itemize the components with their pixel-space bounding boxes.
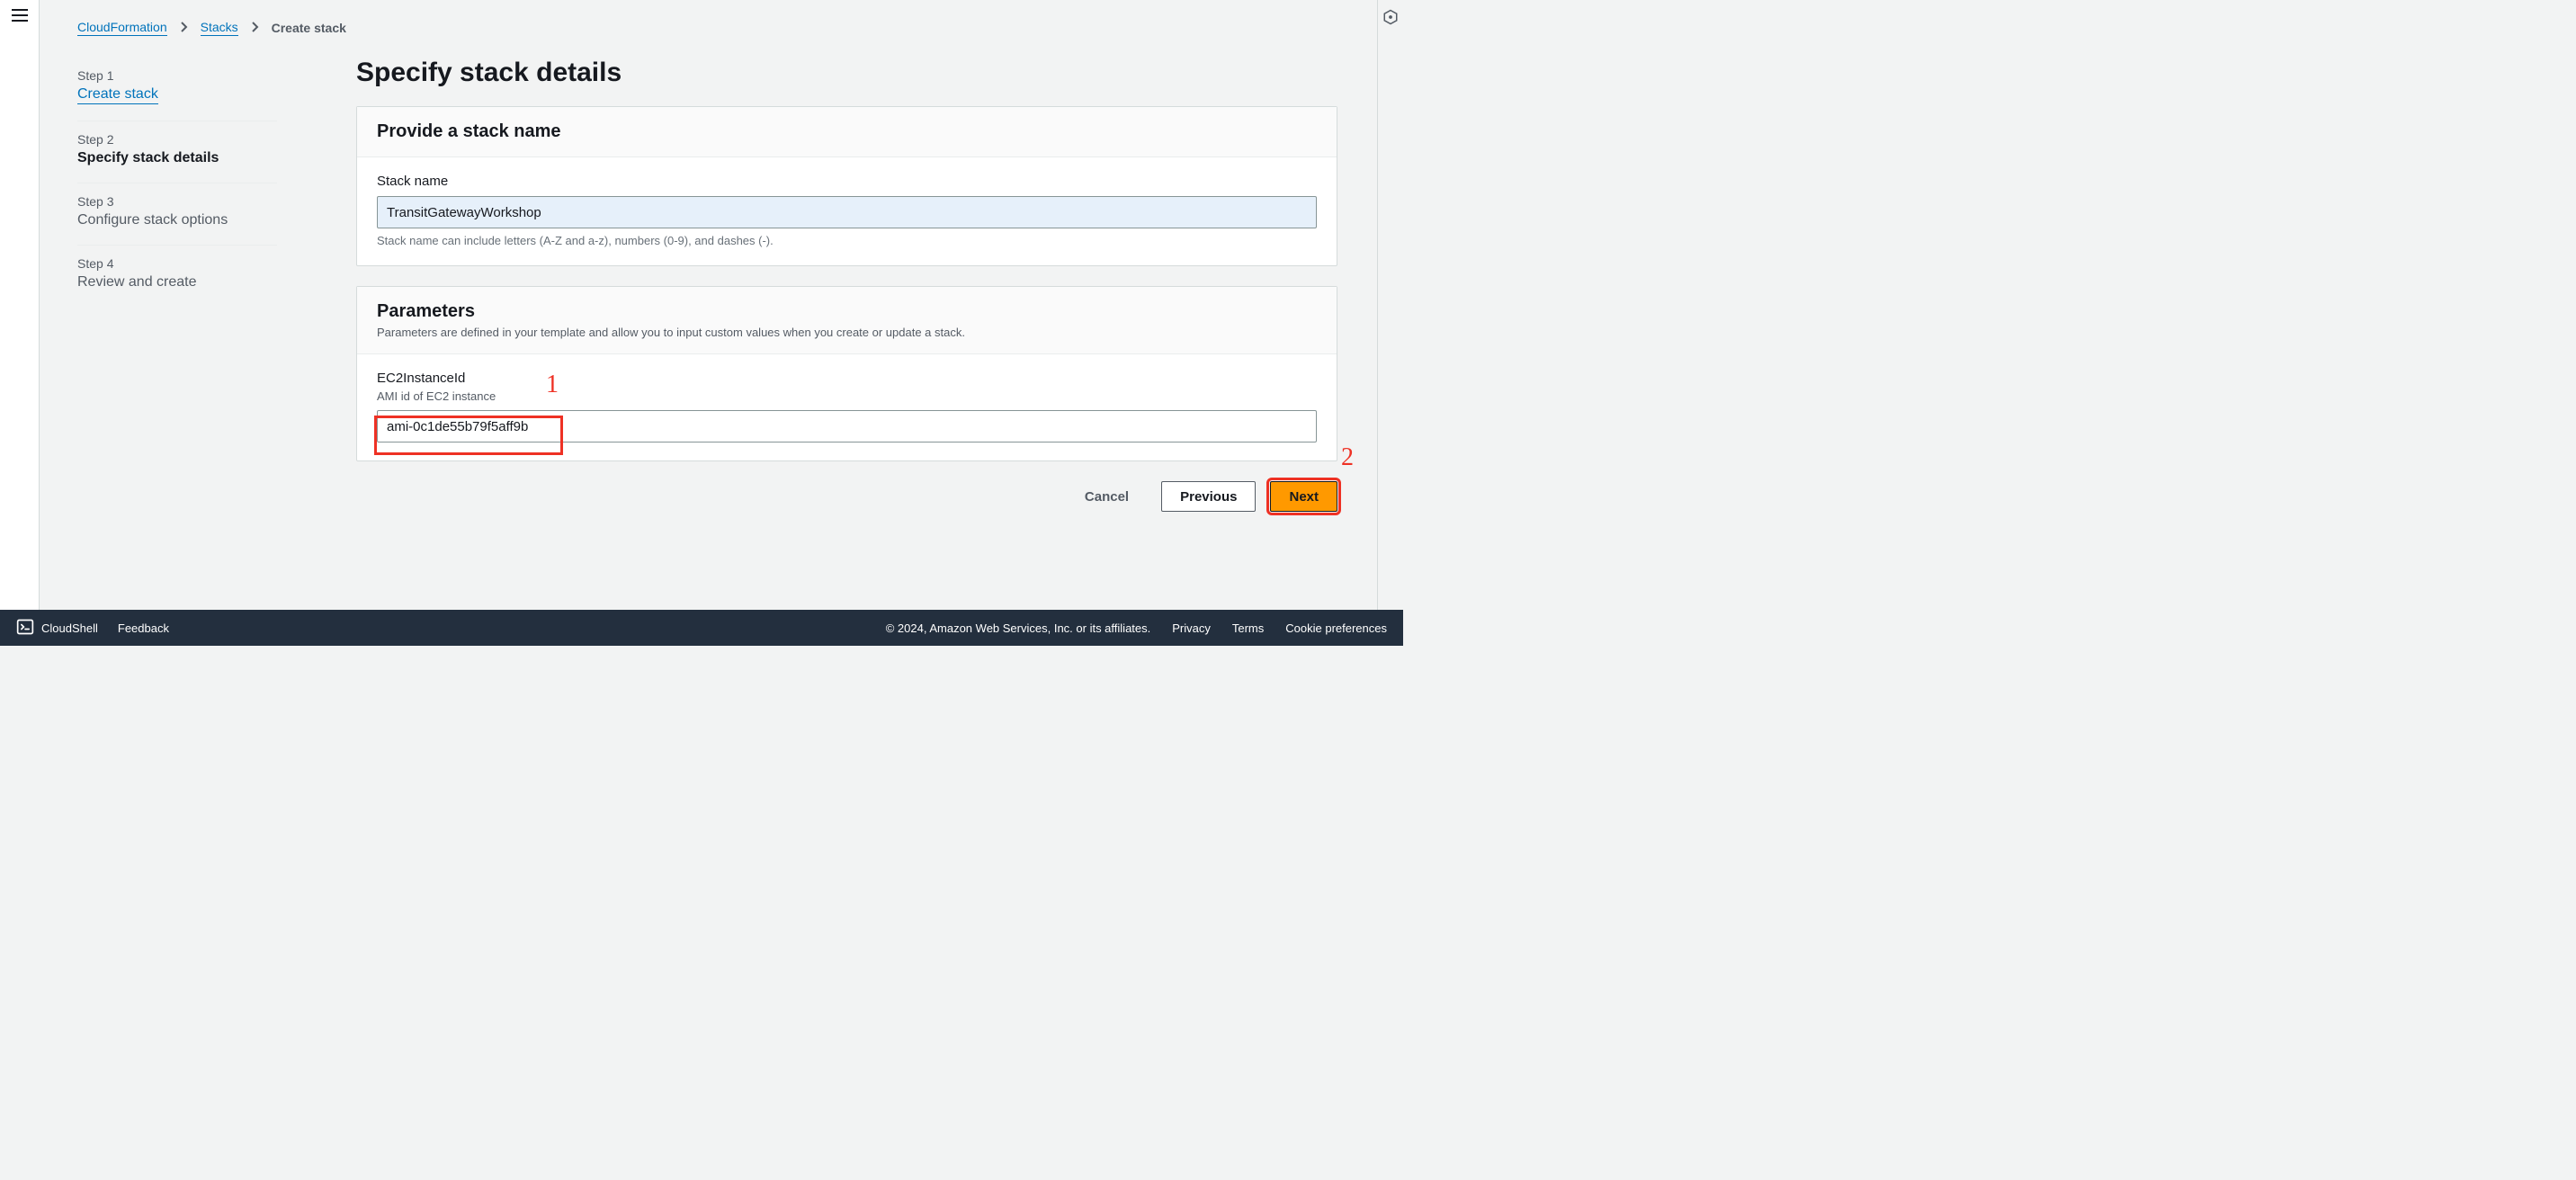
- left-rail: [0, 0, 40, 646]
- right-rail: [1378, 0, 1403, 646]
- terms-link[interactable]: Terms: [1232, 621, 1264, 635]
- cookie-preferences-link[interactable]: Cookie preferences: [1285, 621, 1387, 635]
- stack-name-input[interactable]: [377, 196, 1317, 228]
- step-1[interactable]: Step 1 Create stack: [77, 58, 277, 121]
- breadcrumb-stacks[interactable]: Stacks: [201, 20, 238, 36]
- next-button[interactable]: Next: [1270, 481, 1337, 512]
- step-title: Configure stack options: [77, 212, 277, 228]
- panel-stack-name: Provide a stack name Stack name Stack na…: [356, 106, 1337, 266]
- chevron-right-icon: [180, 21, 188, 35]
- step-title: Specify stack details: [77, 150, 277, 166]
- stack-name-label: Stack name: [377, 174, 1317, 189]
- step-number: Step 3: [77, 194, 277, 209]
- panel-heading: Provide a stack name: [377, 121, 1317, 142]
- console-footer: CloudShell Feedback © 2024, Amazon Web S…: [0, 610, 1403, 646]
- chevron-right-icon: [251, 21, 259, 35]
- copyright-text: © 2024, Amazon Web Services, Inc. or its…: [886, 621, 1151, 635]
- cloudshell-button[interactable]: CloudShell: [16, 618, 98, 639]
- step-number: Step 4: [77, 256, 277, 271]
- panel-heading: Parameters: [377, 301, 1317, 322]
- stack-name-hint: Stack name can include letters (A-Z and …: [377, 234, 1317, 247]
- feedback-link[interactable]: Feedback: [118, 621, 169, 635]
- step-2: Step 2 Specify stack details: [77, 121, 277, 183]
- step-number: Step 2: [77, 132, 277, 147]
- step-title: Create stack: [77, 86, 277, 104]
- panel-subtitle: Parameters are defined in your template …: [377, 326, 1317, 339]
- param-label: EC2InstanceId: [377, 371, 1317, 386]
- hexagon-icon[interactable]: [1382, 9, 1399, 646]
- breadcrumb-current: Create stack: [272, 21, 346, 35]
- breadcrumb-cloudformation[interactable]: CloudFormation: [77, 20, 167, 36]
- param-desc: AMI id of EC2 instance: [377, 389, 1317, 403]
- step-4: Step 4 Review and create: [77, 246, 277, 307]
- breadcrumb: CloudFormation Stacks Create stack: [40, 0, 1377, 36]
- cancel-button[interactable]: Cancel: [1067, 481, 1147, 512]
- step-title: Review and create: [77, 274, 277, 291]
- step-number: Step 1: [77, 68, 277, 83]
- wizard-steps: Step 1 Create stack Step 2 Specify stack…: [77, 58, 277, 512]
- previous-button[interactable]: Previous: [1161, 481, 1256, 512]
- privacy-link[interactable]: Privacy: [1172, 621, 1211, 635]
- annotation-number-2: 2: [1341, 443, 1354, 472]
- page-title: Specify stack details: [356, 58, 1337, 88]
- panel-parameters: Parameters Parameters are defined in you…: [356, 286, 1337, 461]
- hamburger-menu-icon[interactable]: [12, 9, 28, 646]
- form-area: Specify stack details Provide a stack na…: [277, 58, 1377, 512]
- step-3: Step 3 Configure stack options: [77, 183, 277, 246]
- wizard-actions: Cancel Previous Next 2: [356, 481, 1337, 512]
- ec2-instance-id-input[interactable]: [377, 410, 1317, 442]
- cloudshell-label: CloudShell: [41, 621, 98, 635]
- cloudshell-icon: [16, 618, 34, 639]
